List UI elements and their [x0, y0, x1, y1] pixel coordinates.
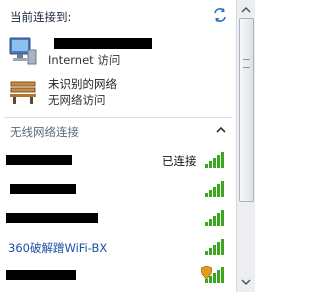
network-name: 未识别的网络: [48, 77, 117, 91]
signal-strength-icon: [205, 210, 224, 226]
network-status: Internet 访问: [48, 53, 121, 67]
scrollbar-thumb[interactable]: [239, 18, 254, 202]
signal-strength-icon: [205, 239, 224, 255]
wifi-network-item[interactable]: 360破解蹭WiFi-BX: [0, 236, 236, 260]
network-name-redacted: [6, 213, 98, 223]
header-title: 当前连接到:: [10, 10, 72, 24]
section-divider: [4, 117, 232, 118]
network-computer-icon: [9, 37, 37, 65]
scroll-up-icon[interactable]: [237, 2, 255, 18]
wireless-section-title: 无线网络连接: [10, 125, 79, 139]
wifi-network-item[interactable]: [0, 264, 236, 288]
park-bench-icon: [10, 81, 36, 104]
network-name: 360破解蹭WiFi-BX: [8, 241, 108, 255]
scroll-down-icon[interactable]: [237, 274, 255, 290]
grip-icon: [243, 59, 250, 68]
network-name-redacted: [6, 270, 76, 280]
vertical-scrollbar[interactable]: [236, 0, 255, 292]
connected-network-internet: Internet 访问: [8, 34, 230, 68]
connected-network-unidentified: 未识别的网络 无网络访问: [8, 74, 230, 108]
network-status: 无网络访问: [48, 93, 106, 107]
network-name-redacted: [10, 184, 76, 194]
wifi-network-item[interactable]: [0, 178, 236, 202]
connection-status: 已连接: [162, 154, 197, 168]
signal-strength-icon: [205, 181, 224, 197]
network-flyout-panel: 当前连接到: Internet 访问 未识别的网络 无网络访问 无线网络连接 已…: [0, 0, 236, 292]
refresh-icon[interactable]: [212, 7, 228, 23]
wifi-network-item[interactable]: [0, 207, 236, 231]
signal-strength-icon: [205, 152, 224, 168]
signal-strength-icon: [205, 267, 224, 283]
network-name-redacted: [54, 38, 152, 49]
network-name-redacted: [6, 155, 72, 165]
chevron-up-icon[interactable]: [215, 124, 227, 136]
wifi-network-item[interactable]: 已连接: [0, 149, 236, 173]
